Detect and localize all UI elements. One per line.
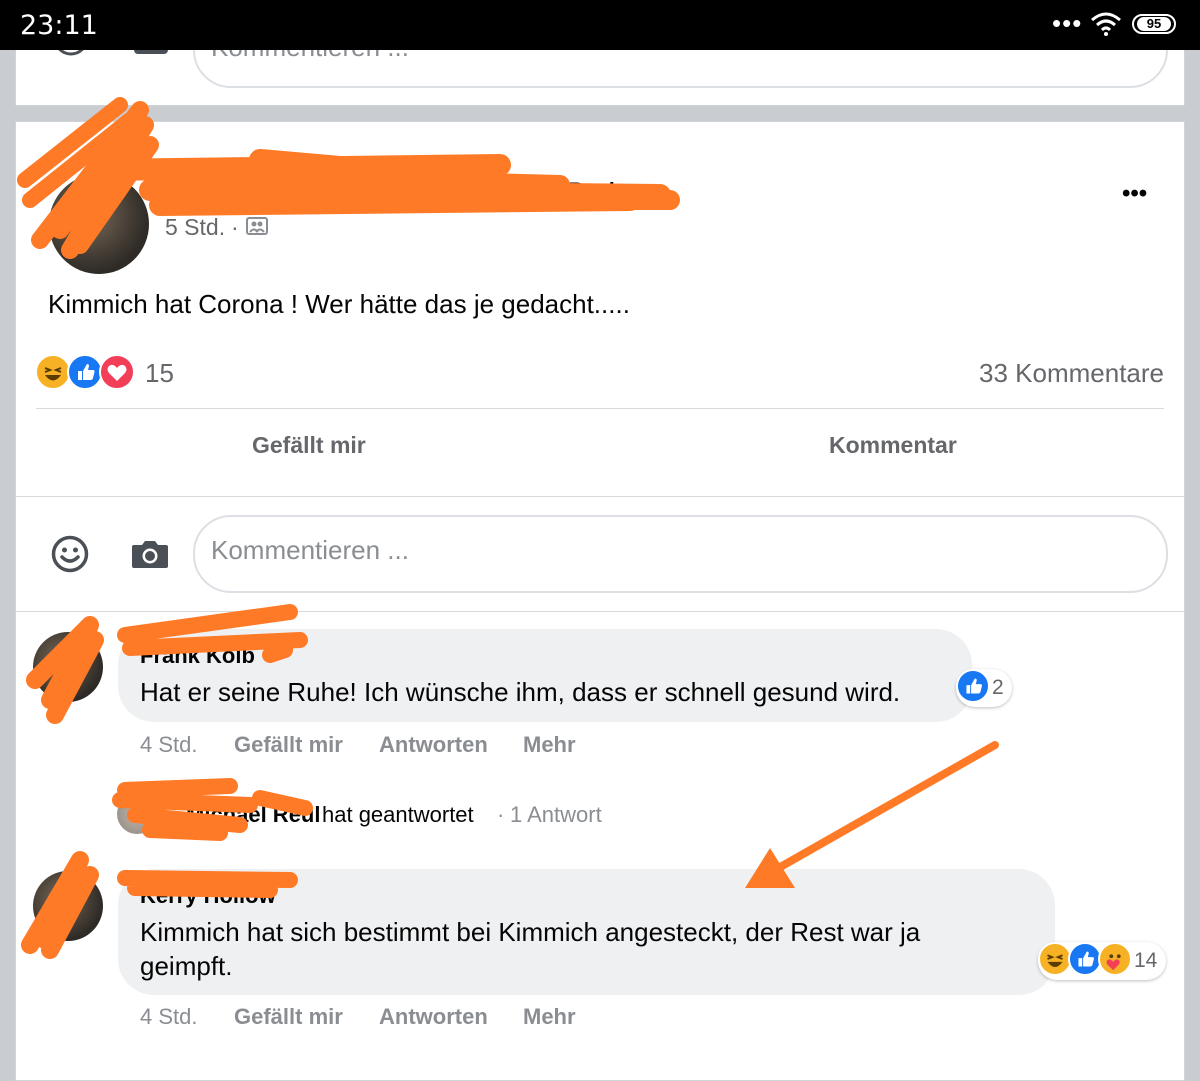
comments-count[interactable]: 33 Kommentare [979,358,1164,389]
comment-reply-button[interactable]: Antworten [379,1004,488,1030]
commenter-avatar[interactable] [33,871,103,941]
comment-like-button[interactable]: Gefällt mir [234,732,343,758]
haha-reaction-icon [1038,942,1072,976]
battery-level: 95 [1137,17,1171,31]
reply-avatar[interactable] [117,794,157,834]
comment-reply-button[interactable]: Antworten [379,732,488,758]
reaction-count[interactable]: 15 [145,358,174,389]
like-button[interactable]: Gefällt mir [252,432,366,459]
divider [36,408,1164,409]
comment-reactions[interactable]: 14 [1038,942,1166,980]
comment-author[interactable]: Kerry Hollow [140,883,276,909]
comment-like-button[interactable]: Gefällt mir [234,1004,343,1030]
like-reaction-icon [1068,942,1102,976]
reply-separator: · [497,802,505,827]
like-reaction-icon [956,669,990,703]
comment-bubble: Frank Kolb Hat er seine Ruhe! Ich wünsch… [118,629,972,722]
comment-reaction-count: 14 [1134,949,1158,972]
love-reaction-icon [99,354,135,390]
reply-author[interactable]: Michael Reul [186,802,320,828]
comment-button[interactable]: Kommentar [829,432,957,459]
comment-text-line1: Kimmich hat sich bestimmt bei Kimmich an… [140,917,921,947]
status-bar: 23:11 ••• 95 [0,0,1200,50]
comment-more-button[interactable]: Mehr [523,732,576,758]
commenter-avatar[interactable] [33,632,103,702]
comment-text: Hat er seine Ruhe! Ich wünsche ihm, dass… [140,677,901,707]
status-more-icon: ••• [1052,8,1083,38]
post-card: Buchbinder Becker 5 Std. · ••• Kimmich h… [15,121,1185,1081]
wifi-icon [1091,12,1121,36]
comment-more-button[interactable]: Mehr [523,1004,576,1030]
post-text: Kimmich hat Corona ! Wer hätte das je ge… [48,289,630,319]
post-more-icon[interactable]: ••• [1122,180,1147,208]
comment-placeholder: Kommentieren ... [211,535,409,565]
comment-input[interactable]: Kommentieren ... [193,515,1168,593]
comment-text-line2: geimpft. [140,951,233,981]
battery-icon: 95 [1132,14,1176,34]
author-avatar[interactable] [49,174,149,274]
comment-time[interactable]: 4 Std. [140,732,197,758]
comment-bubble: Kerry Hollow Kimmich hat sich bestimmt b… [118,869,1055,995]
reply-summary-text[interactable]: hat geantwortet [322,802,474,828]
divider [16,611,1184,612]
friends-icon [246,217,268,235]
comment-reaction-count: 2 [992,676,1004,699]
comment-time[interactable]: 4 Std. [140,1004,197,1030]
comment-author[interactable]: Frank Kolb [140,643,255,669]
post-time-separator: · [231,214,239,240]
post-time[interactable]: 5 Std. [165,214,225,241]
emoji-icon[interactable] [51,535,89,573]
status-time: 23:11 [20,10,98,41]
reply-count[interactable]: 1 Antwort [510,802,602,828]
like-reaction-icon [67,354,103,390]
divider [16,496,1184,497]
author-name[interactable]: Buchbinder Becker [440,178,642,204]
comment-reactions[interactable]: 2 [956,669,1012,707]
camera-icon[interactable] [131,538,169,570]
care-reaction-icon [1098,942,1132,976]
haha-reaction-icon [35,354,71,390]
